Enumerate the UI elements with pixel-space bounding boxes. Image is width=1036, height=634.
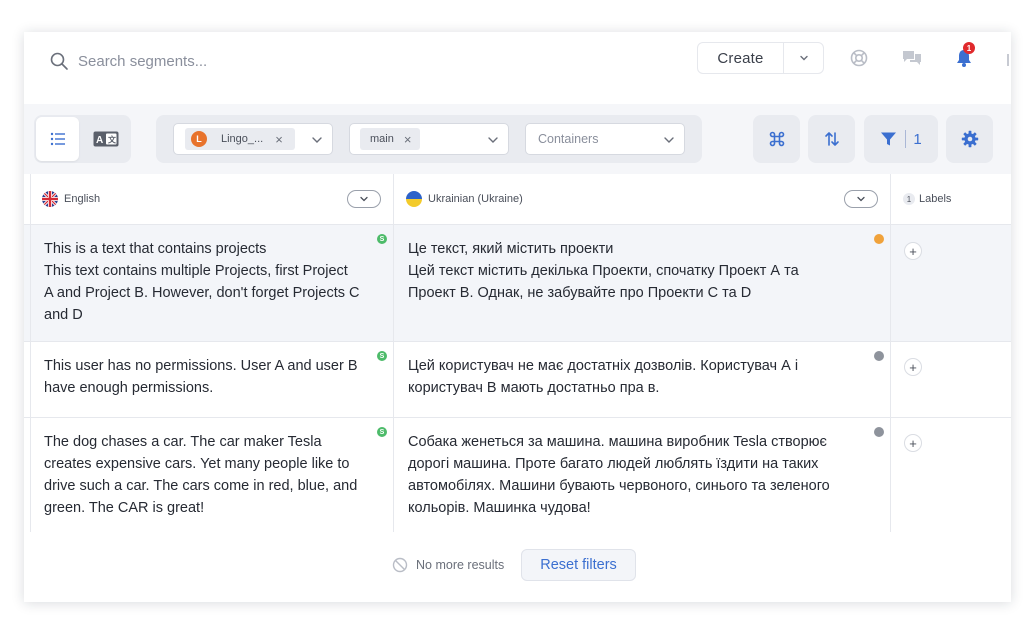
list-view-icon [50, 132, 65, 146]
filter-funnel-icon [881, 132, 897, 146]
chat-bubbles-icon[interactable] [902, 48, 922, 68]
sort-arrows-icon [824, 132, 839, 146]
branch-chip-label: main [370, 133, 394, 145]
table-row[interactable]: This user has no permissions. User A and… [24, 341, 1011, 417]
branch-chip: main × [360, 128, 420, 150]
source-text[interactable]: This user has no permissions. User A and… [44, 355, 384, 399]
search-icon [50, 52, 68, 70]
uk-flag-icon [42, 191, 58, 207]
help-lifebuoy-icon[interactable] [849, 48, 869, 68]
chevron-down-icon [664, 137, 674, 143]
containers-placeholder: Containers [538, 132, 599, 146]
translate-view-button[interactable]: A 文 [84, 117, 127, 161]
results-footer: No more results Reset filters [24, 532, 1011, 602]
source-badge: S [377, 427, 387, 437]
divider [393, 174, 394, 532]
target-column-menu[interactable] [844, 190, 878, 208]
source-text[interactable]: This is a text that contains projects Th… [44, 238, 384, 326]
sort-button[interactable] [808, 115, 855, 163]
command-icon [769, 131, 784, 147]
add-label-button[interactable]: + [904, 434, 922, 452]
divider [24, 417, 1011, 418]
prohibited-icon [392, 557, 408, 573]
ukraine-flag-icon [406, 191, 422, 207]
notification-badge: 1 [963, 42, 975, 54]
gear-icon [961, 130, 978, 148]
source-language-header: English [42, 174, 100, 224]
chevron-down-icon [360, 196, 368, 202]
create-split-button: Create [697, 42, 824, 74]
project-chip-label: Lingo_... [221, 133, 264, 145]
translate-view-icon: A 文 [93, 131, 118, 147]
view-mode-toggle: A 文 [34, 115, 131, 163]
settings-button[interactable] [946, 115, 993, 163]
command-button[interactable] [753, 115, 800, 163]
search-input[interactable] [78, 50, 478, 72]
chevron-down-icon [799, 55, 808, 61]
svg-text:A: A [96, 135, 103, 146]
divider [30, 174, 31, 532]
table-row[interactable]: The dog chases a car. The car maker Tesl… [24, 417, 1011, 532]
chevron-down-icon [488, 137, 498, 143]
source-language-label: English [64, 193, 101, 205]
add-label-button[interactable]: + [904, 358, 922, 376]
filter-count: 1 [913, 130, 922, 148]
source-badge: S [377, 351, 387, 361]
table-header: English Ukrainian (Ukraine) 1 Labels [24, 174, 1011, 224]
target-text[interactable]: Цей користувач не має достатніх дозволів… [408, 355, 858, 399]
filter-separator [905, 130, 907, 148]
create-button[interactable]: Create [698, 43, 784, 73]
toolbar: A 文 L Lingo_... × main × Containers 1 [24, 104, 1011, 174]
source-text[interactable]: The dog chases a car. The car maker Tesl… [44, 431, 384, 519]
divider [24, 224, 1011, 225]
svg-text:文: 文 [108, 135, 117, 145]
source-column-menu[interactable] [347, 190, 381, 208]
status-dot [874, 351, 884, 361]
add-label-button[interactable]: + [904, 242, 922, 260]
project-chip: L Lingo_... × [185, 128, 295, 150]
top-bar: Create 1 [24, 32, 1011, 104]
branch-select[interactable]: main × [349, 123, 509, 155]
project-select[interactable]: L Lingo_... × [173, 123, 333, 155]
containers-select[interactable]: Containers [525, 123, 685, 155]
list-view-button[interactable] [36, 117, 79, 161]
create-menu-toggle[interactable] [784, 43, 823, 73]
chevron-down-icon [312, 137, 322, 143]
app-window: Create 1 [24, 32, 1011, 602]
no-more-results: No more results [416, 558, 505, 572]
divider [890, 174, 891, 532]
divider [24, 341, 1011, 342]
target-language-header: Ukrainian (Ukraine) [406, 174, 523, 224]
chevron-down-icon [857, 196, 865, 202]
close-icon[interactable]: × [404, 133, 412, 146]
filters-panel: L Lingo_... × main × Containers [156, 115, 702, 163]
filter-button[interactable]: 1 [864, 115, 938, 163]
reset-filters-button[interactable]: Reset filters [521, 549, 636, 581]
labels-header: 1 Labels [903, 174, 951, 224]
labels-column-label: Labels [919, 193, 952, 205]
table-row[interactable]: This is a text that contains projects Th… [24, 224, 1011, 341]
target-text[interactable]: Це текст, який містить проекти Цей текст… [408, 238, 858, 304]
project-avatar: L [191, 131, 207, 147]
close-icon[interactable]: × [275, 133, 283, 146]
target-language-label: Ukrainian (Ukraine) [428, 193, 523, 205]
target-text[interactable]: Собака женеться за машина. машина виробн… [408, 431, 858, 519]
status-dot [874, 427, 884, 437]
status-dot [874, 234, 884, 244]
source-badge: S [377, 234, 387, 244]
labels-count: 1 [903, 193, 915, 205]
user-avatar[interactable] [1007, 54, 1011, 66]
